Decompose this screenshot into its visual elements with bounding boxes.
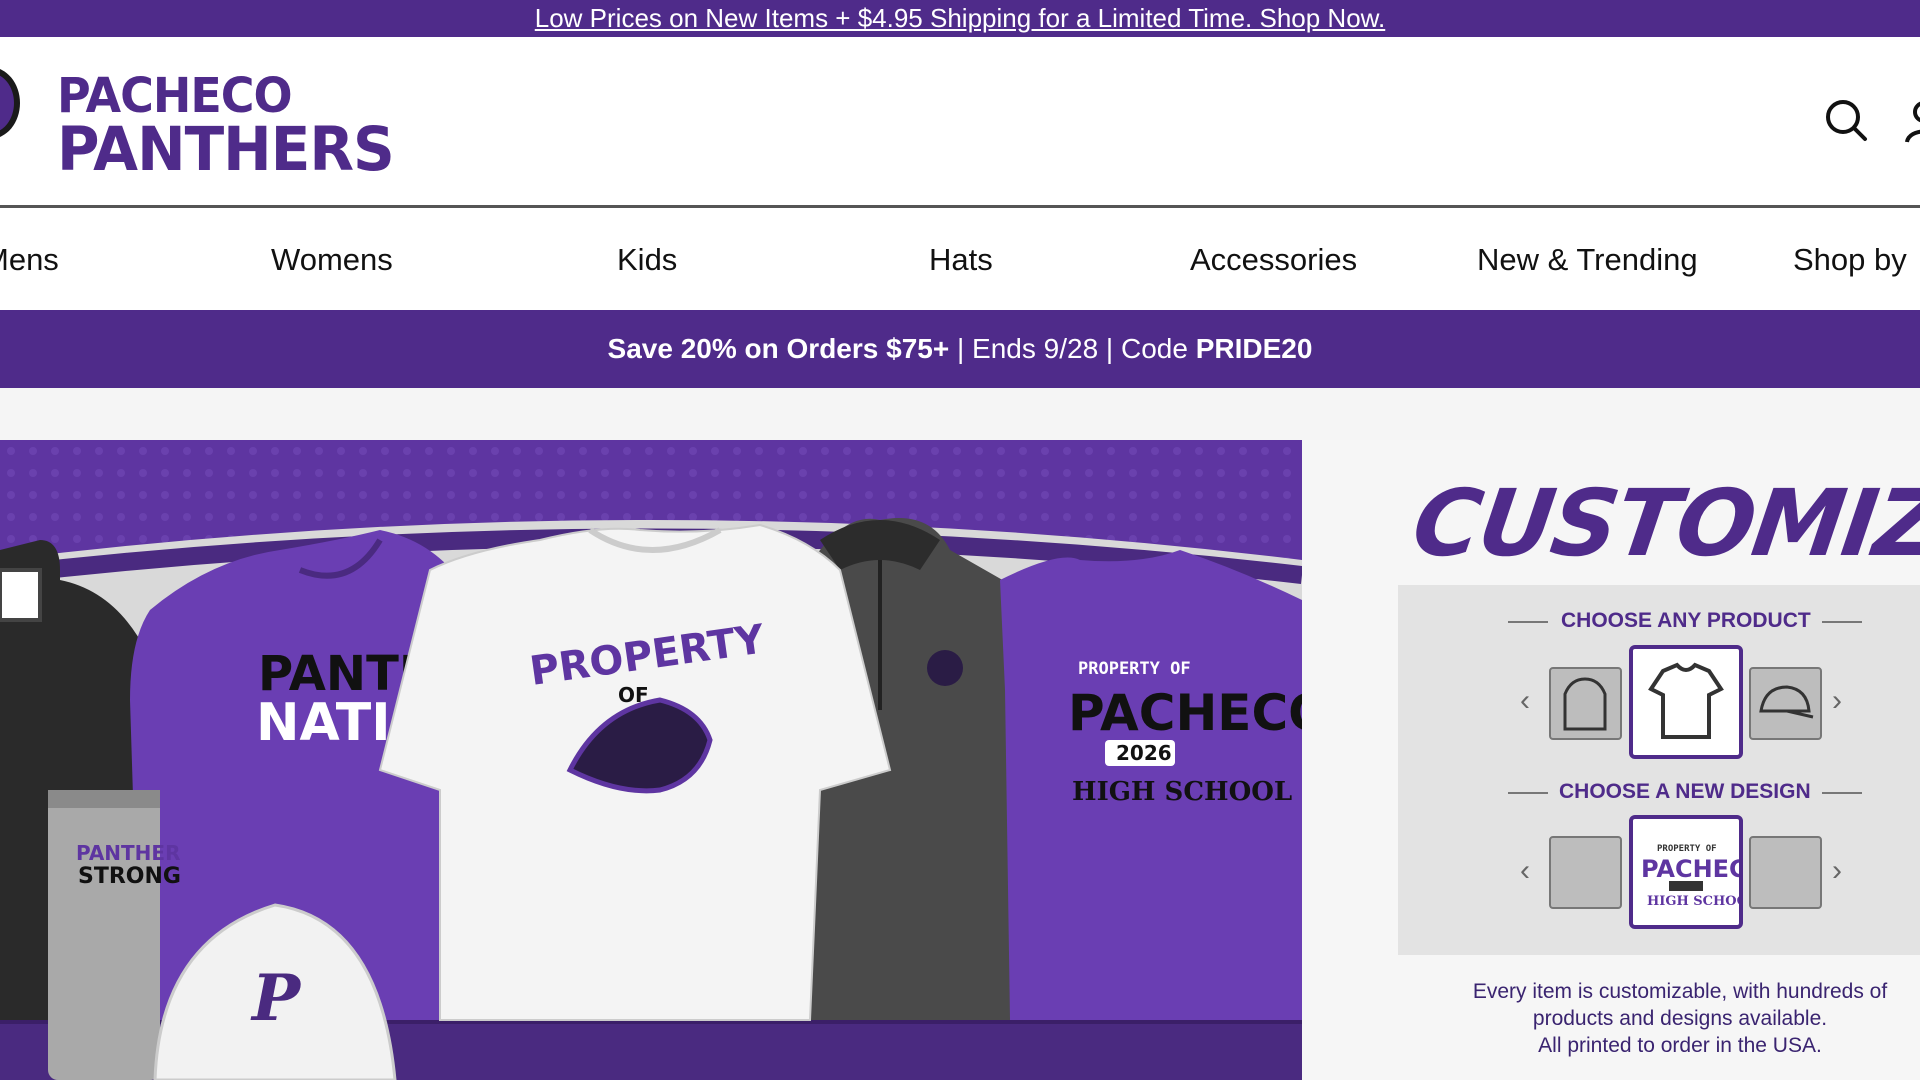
design-selected-tile[interactable]: PROPERTY OF PACHECO HIGH SCHOOL	[1629, 815, 1767, 929]
hero-illustration: PANTHE NATIO PROPERTY OF PACHECO 2026 HI…	[0, 440, 1302, 1080]
nav-item-shop-by[interactable]: Shop by	[1793, 242, 1907, 278]
nav-item-hats[interactable]: Hats	[929, 242, 993, 278]
caption-line: Every item is customizable, with hundred…	[1472, 980, 1888, 1003]
purple-tee-image: PROPERTY OF PACHECO 2026 HIGH SCHOOL	[1000, 550, 1302, 1020]
promo-code-label: Code	[1121, 333, 1196, 364]
tshirt-icon	[1648, 662, 1724, 739]
tumbler-text-1: PANTHER	[76, 841, 180, 865]
white-tee-image: PROPERTY OF	[378, 523, 892, 1021]
divider	[1822, 621, 1862, 623]
caption-line: All printed to order in the USA.	[1538, 1034, 1822, 1057]
promo-offer: Save 20% on Orders $75+	[607, 333, 950, 364]
product-tshirt-tile[interactable]	[1629, 645, 1743, 759]
nav-item-mens[interactable]: Mens	[0, 242, 59, 278]
hoodie-icon	[1563, 677, 1607, 731]
divider	[1508, 621, 1548, 623]
nav-item-womens[interactable]: Womens	[271, 242, 393, 278]
purple-tee-text-mid: PACHECO	[1068, 684, 1302, 742]
chevron-left-icon[interactable]: ‹	[1520, 854, 1530, 888]
purple-tee-text-top: PROPERTY OF	[1078, 659, 1191, 679]
chevron-right-icon[interactable]: ›	[1832, 854, 1842, 888]
nav-item-accessories[interactable]: Accessories	[1190, 242, 1357, 278]
design-option-tile[interactable]	[1549, 836, 1622, 909]
customize-caption: Every item is customizable, with hundred…	[1440, 978, 1920, 1059]
promo-separator: |	[949, 333, 973, 364]
promo-code: PRIDE20	[1195, 333, 1313, 364]
divider	[1822, 792, 1862, 794]
search-icon[interactable]	[1824, 98, 1868, 142]
cap-icon	[1759, 685, 1814, 719]
design-option-tile[interactable]	[1749, 836, 1822, 909]
purple-tee-year: 2026	[1116, 741, 1172, 765]
step-choose-design: CHOOSE A NEW DESIGN	[1559, 780, 1811, 803]
announcement-bar: Low Prices on New Items + $4.95 Shipping…	[0, 0, 1920, 37]
design-text-top: PROPERTY OF	[1657, 844, 1717, 854]
design-text-mid: PACHECO	[1641, 855, 1739, 883]
design-text-bottom: HIGH SCHOOL	[1647, 894, 1739, 909]
cap-letter: P	[250, 961, 302, 1036]
announcement-link[interactable]: Low Prices on New Items + $4.95 Shipping…	[535, 3, 1385, 34]
product-cap-tile[interactable]	[1749, 667, 1822, 740]
promo-separator: |	[1098, 333, 1121, 364]
step-choose-product: CHOOSE ANY PRODUCT	[1561, 609, 1811, 632]
promo-banner[interactable]: Save 20% on Orders $75+ | Ends 9/28 | Co…	[0, 310, 1920, 388]
promo-end-date: Ends 9/28	[972, 333, 1099, 364]
chevron-left-icon[interactable]: ‹	[1520, 684, 1530, 718]
account-icon[interactable]	[1904, 100, 1920, 144]
logo-badge[interactable]	[0, 67, 20, 139]
tumbler-text-2: STRONG	[78, 864, 181, 889]
nav-item-kids[interactable]: Kids	[617, 242, 677, 278]
logo-line-2: PANTHERS	[57, 113, 395, 185]
product-hoodie-tile[interactable]	[1549, 667, 1622, 740]
nav-item-new-trending[interactable]: New & Trending	[1477, 242, 1698, 278]
purple-tee-text-bottom: HIGH SCHOOL	[1072, 777, 1292, 807]
logo-line-1: PACHECO	[57, 66, 293, 124]
customize-title: CUSTOMIZE IT	[1406, 470, 1920, 577]
divider	[1508, 792, 1548, 794]
spacer-band	[0, 388, 1920, 440]
chevron-right-icon[interactable]: ›	[1832, 684, 1842, 718]
design-preview: PROPERTY OF PACHECO HIGH SCHOOL	[1641, 844, 1767, 909]
caption-line: products and designs available.	[1532, 1007, 1828, 1030]
main-nav: Mens Womens Kids Hats Accessories New & …	[0, 208, 1920, 310]
logo[interactable]: PACHECO PANTHERS	[57, 66, 395, 185]
hero-banner[interactable]: PANTHE NATIO PROPERTY OF PACHECO 2026 HI…	[0, 440, 1302, 1080]
site-header: PACHECO PANTHERS	[0, 37, 1920, 208]
